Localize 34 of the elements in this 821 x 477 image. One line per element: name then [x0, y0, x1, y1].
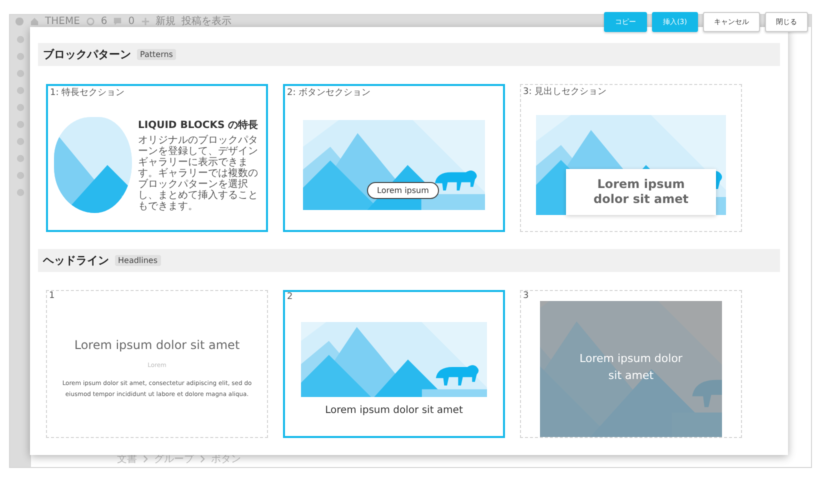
headline-text: Lorem ipsum dolor sit amet: [74, 338, 240, 352]
feature-heading: LIQUID BLOCKS の特長: [138, 118, 260, 132]
section-tag: Patterns: [137, 49, 176, 60]
pattern-label: 1: [48, 291, 56, 301]
update-count[interactable]: 6: [100, 16, 108, 26]
site-name[interactable]: THEME: [45, 16, 80, 26]
breadcrumb-item[interactable]: ボタン: [211, 452, 241, 466]
pattern-card[interactable]: 1: 特長セクション LIQUID BLOCKS の特長 オリジナルのブロックパターンを登録して、デザインギャラリーに表示できます。ギャラリーでは複数のブロックパターンを選択し、まとめて挿入することもできます。: [46, 84, 268, 232]
feature-text: オリジナルのブロックパターンを登録して、デザインギャラリーに表示できます。ギャラリーでは複数のブロックパターンを選択し、まとめて挿入することもできます。: [138, 134, 259, 212]
pattern-label: 1: 特長セクション: [49, 86, 126, 99]
section-tag: Headlines: [115, 255, 161, 266]
pattern-label: 3: 見出しセクション: [522, 86, 608, 98]
section-title: ブロックパターン: [43, 47, 131, 62]
plus-icon[interactable]: [140, 16, 150, 26]
section-title: ヘッドライン: [43, 253, 109, 268]
sample-button[interactable]: Lorem ipsum: [367, 182, 439, 198]
overlay-heading: Lorem ipsum dolor sit amet: [578, 351, 684, 384]
pattern-card[interactable]: 2: ボタンセクション Lorem ipsum: [283, 84, 505, 232]
new-link[interactable]: 新規: [156, 16, 176, 26]
refresh-icon[interactable]: [86, 16, 95, 26]
logo-icon[interactable]: [15, 16, 24, 26]
chevron-icon: [200, 455, 205, 463]
pattern-label: 3: [522, 291, 530, 301]
comment-count[interactable]: 0: [128, 16, 135, 26]
comment-icon[interactable]: [113, 16, 122, 26]
pattern-card[interactable]: 3 Lorem ipsum dolor sit amet: [520, 290, 742, 438]
view-post-link[interactable]: 投稿を表示: [182, 16, 232, 26]
chevron-icon: [143, 455, 148, 463]
pattern-label: 2: [286, 292, 294, 302]
pattern-card[interactable]: 3: 見出しセクション Lorem ipsum dolor sit amet: [520, 84, 742, 232]
pattern-label: 2: ボタンセクション: [286, 87, 372, 99]
heading-text: Lorem ipsum dolor sit amet: [592, 177, 690, 206]
pattern-card[interactable]: 2 Lorem ipsum dolor sit amet: [283, 290, 505, 438]
caption-text: Lorem ipsum dolor sit amet: [325, 405, 463, 416]
